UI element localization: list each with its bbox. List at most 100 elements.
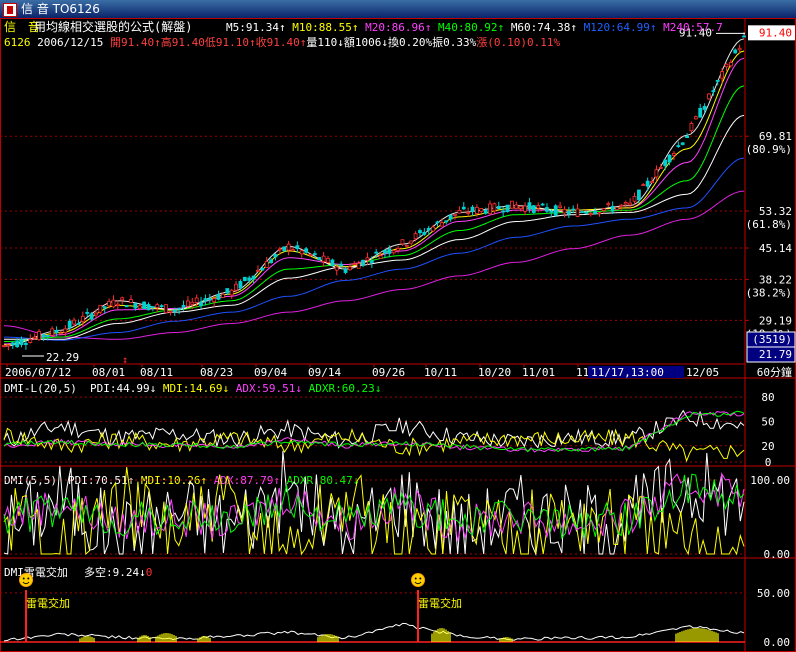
candle-body [247, 277, 252, 281]
candle-body [374, 251, 379, 254]
candle-body [641, 184, 646, 186]
candle-body [650, 181, 654, 183]
signal-line [3, 622, 745, 642]
candle-body [711, 90, 716, 93]
candle-body [177, 307, 182, 310]
candle-body [67, 320, 72, 328]
ma-line-m120 [4, 157, 745, 341]
candle-body [404, 244, 409, 247]
signal-marker-label: 雷電交加 [26, 596, 70, 610]
candle-body [150, 306, 155, 308]
candle-body [545, 207, 549, 212]
x-axis-label: 2006/07/12 [5, 366, 71, 379]
candle-body [72, 319, 76, 325]
candle-body [23, 342, 28, 345]
candle-body [549, 210, 554, 213]
candle-body [505, 204, 510, 212]
candle-body [76, 323, 81, 325]
x-axis-label: 08/11 [140, 366, 173, 379]
candle-body [41, 334, 46, 338]
candle-body [637, 189, 641, 201]
candle-body [10, 342, 15, 345]
candle-body [194, 297, 199, 303]
candle-body [483, 210, 488, 214]
candle-body [720, 71, 725, 79]
stock-code: 6126 [4, 36, 37, 49]
candle-body [619, 204, 624, 207]
cursor-value-text: 21.79 [759, 348, 792, 361]
candle-body [418, 230, 422, 234]
candle-body [308, 254, 313, 256]
candle-body [37, 331, 41, 341]
candle-body [685, 135, 689, 139]
quote-item: 開91.40↑ [110, 36, 161, 49]
candle-body [536, 205, 541, 209]
candle-body [238, 281, 243, 289]
candle-body [334, 266, 339, 271]
candle-body [59, 332, 63, 335]
candle-body [435, 221, 440, 224]
candle-body [348, 266, 352, 271]
candle-body [588, 213, 593, 216]
candle-body [190, 301, 195, 305]
smiley-eye [419, 577, 422, 580]
candle-body [628, 202, 633, 206]
candle-body [229, 289, 234, 296]
candle-body [199, 301, 203, 307]
formula-title: 用均線相交選股的公式(解盤) [34, 19, 192, 34]
dmi-l-line-pdi [3, 409, 745, 449]
candle-body [623, 202, 628, 205]
candle-body [742, 35, 746, 38]
candle-body [558, 205, 562, 208]
candle-body [562, 208, 567, 214]
candle-body [387, 248, 392, 254]
candle-body [400, 239, 405, 245]
candle-body [312, 253, 317, 256]
candle-body [531, 205, 536, 213]
candle-body [453, 213, 457, 216]
stock-chart[interactable]: 69.81(80.9%) 53.32(61.8%) 45.14 38.22(38.2%… [0, 18, 796, 652]
candle-body [733, 49, 738, 54]
candle-body [479, 208, 484, 212]
candle-body [680, 142, 685, 145]
x-axis-label: 10/20 [478, 366, 511, 379]
price-tick-pct: (38.2%) [746, 286, 792, 299]
candle-body [115, 303, 120, 306]
candle-body [601, 208, 606, 211]
candle-body [470, 206, 475, 213]
chart-frame [0, 18, 796, 652]
window-title-bar: 信 音 TO6126 [0, 0, 796, 18]
candle-body [85, 312, 90, 314]
price-tick-label: 38.22 [759, 273, 792, 286]
signal-tick-label: 50.00 [757, 587, 790, 600]
candle-body [6, 344, 11, 347]
smiley-icon [411, 573, 425, 587]
candle-body [606, 203, 611, 206]
candle-body [251, 275, 256, 280]
candle-body [273, 254, 278, 258]
candle-body [461, 206, 466, 210]
candle-body [225, 288, 230, 294]
candle-body [181, 305, 186, 308]
price-tick-label: 45.14 [759, 242, 792, 255]
quote-item: 額1006↓ [344, 36, 388, 49]
candle-body [615, 206, 619, 211]
candle-body [124, 305, 129, 308]
dmi-l-legend: PDI:44.99↓ MDI:14.69↓ ADX:59.51↓ ADXR:60… [90, 382, 381, 395]
candle-body [457, 209, 462, 214]
candle-body [330, 259, 335, 266]
quote-item: 低91.10↑ [205, 36, 256, 49]
candle-body [409, 240, 414, 244]
candle-body [111, 299, 116, 308]
candle-body [321, 255, 326, 262]
candle-body [356, 263, 361, 269]
candle-body [352, 263, 357, 266]
quote-item: 量110↓ [306, 36, 344, 49]
candle-body [221, 293, 225, 298]
candle-body [645, 180, 650, 187]
quote-line: 6126 2006/12/15 開91.40↑高91.40低91.10↑收91.… [4, 35, 560, 49]
candle-body [339, 263, 344, 267]
smiley-icon [19, 573, 33, 587]
candle-body [234, 283, 238, 291]
ma-legend-item: M120:64.99↑ [584, 21, 663, 34]
